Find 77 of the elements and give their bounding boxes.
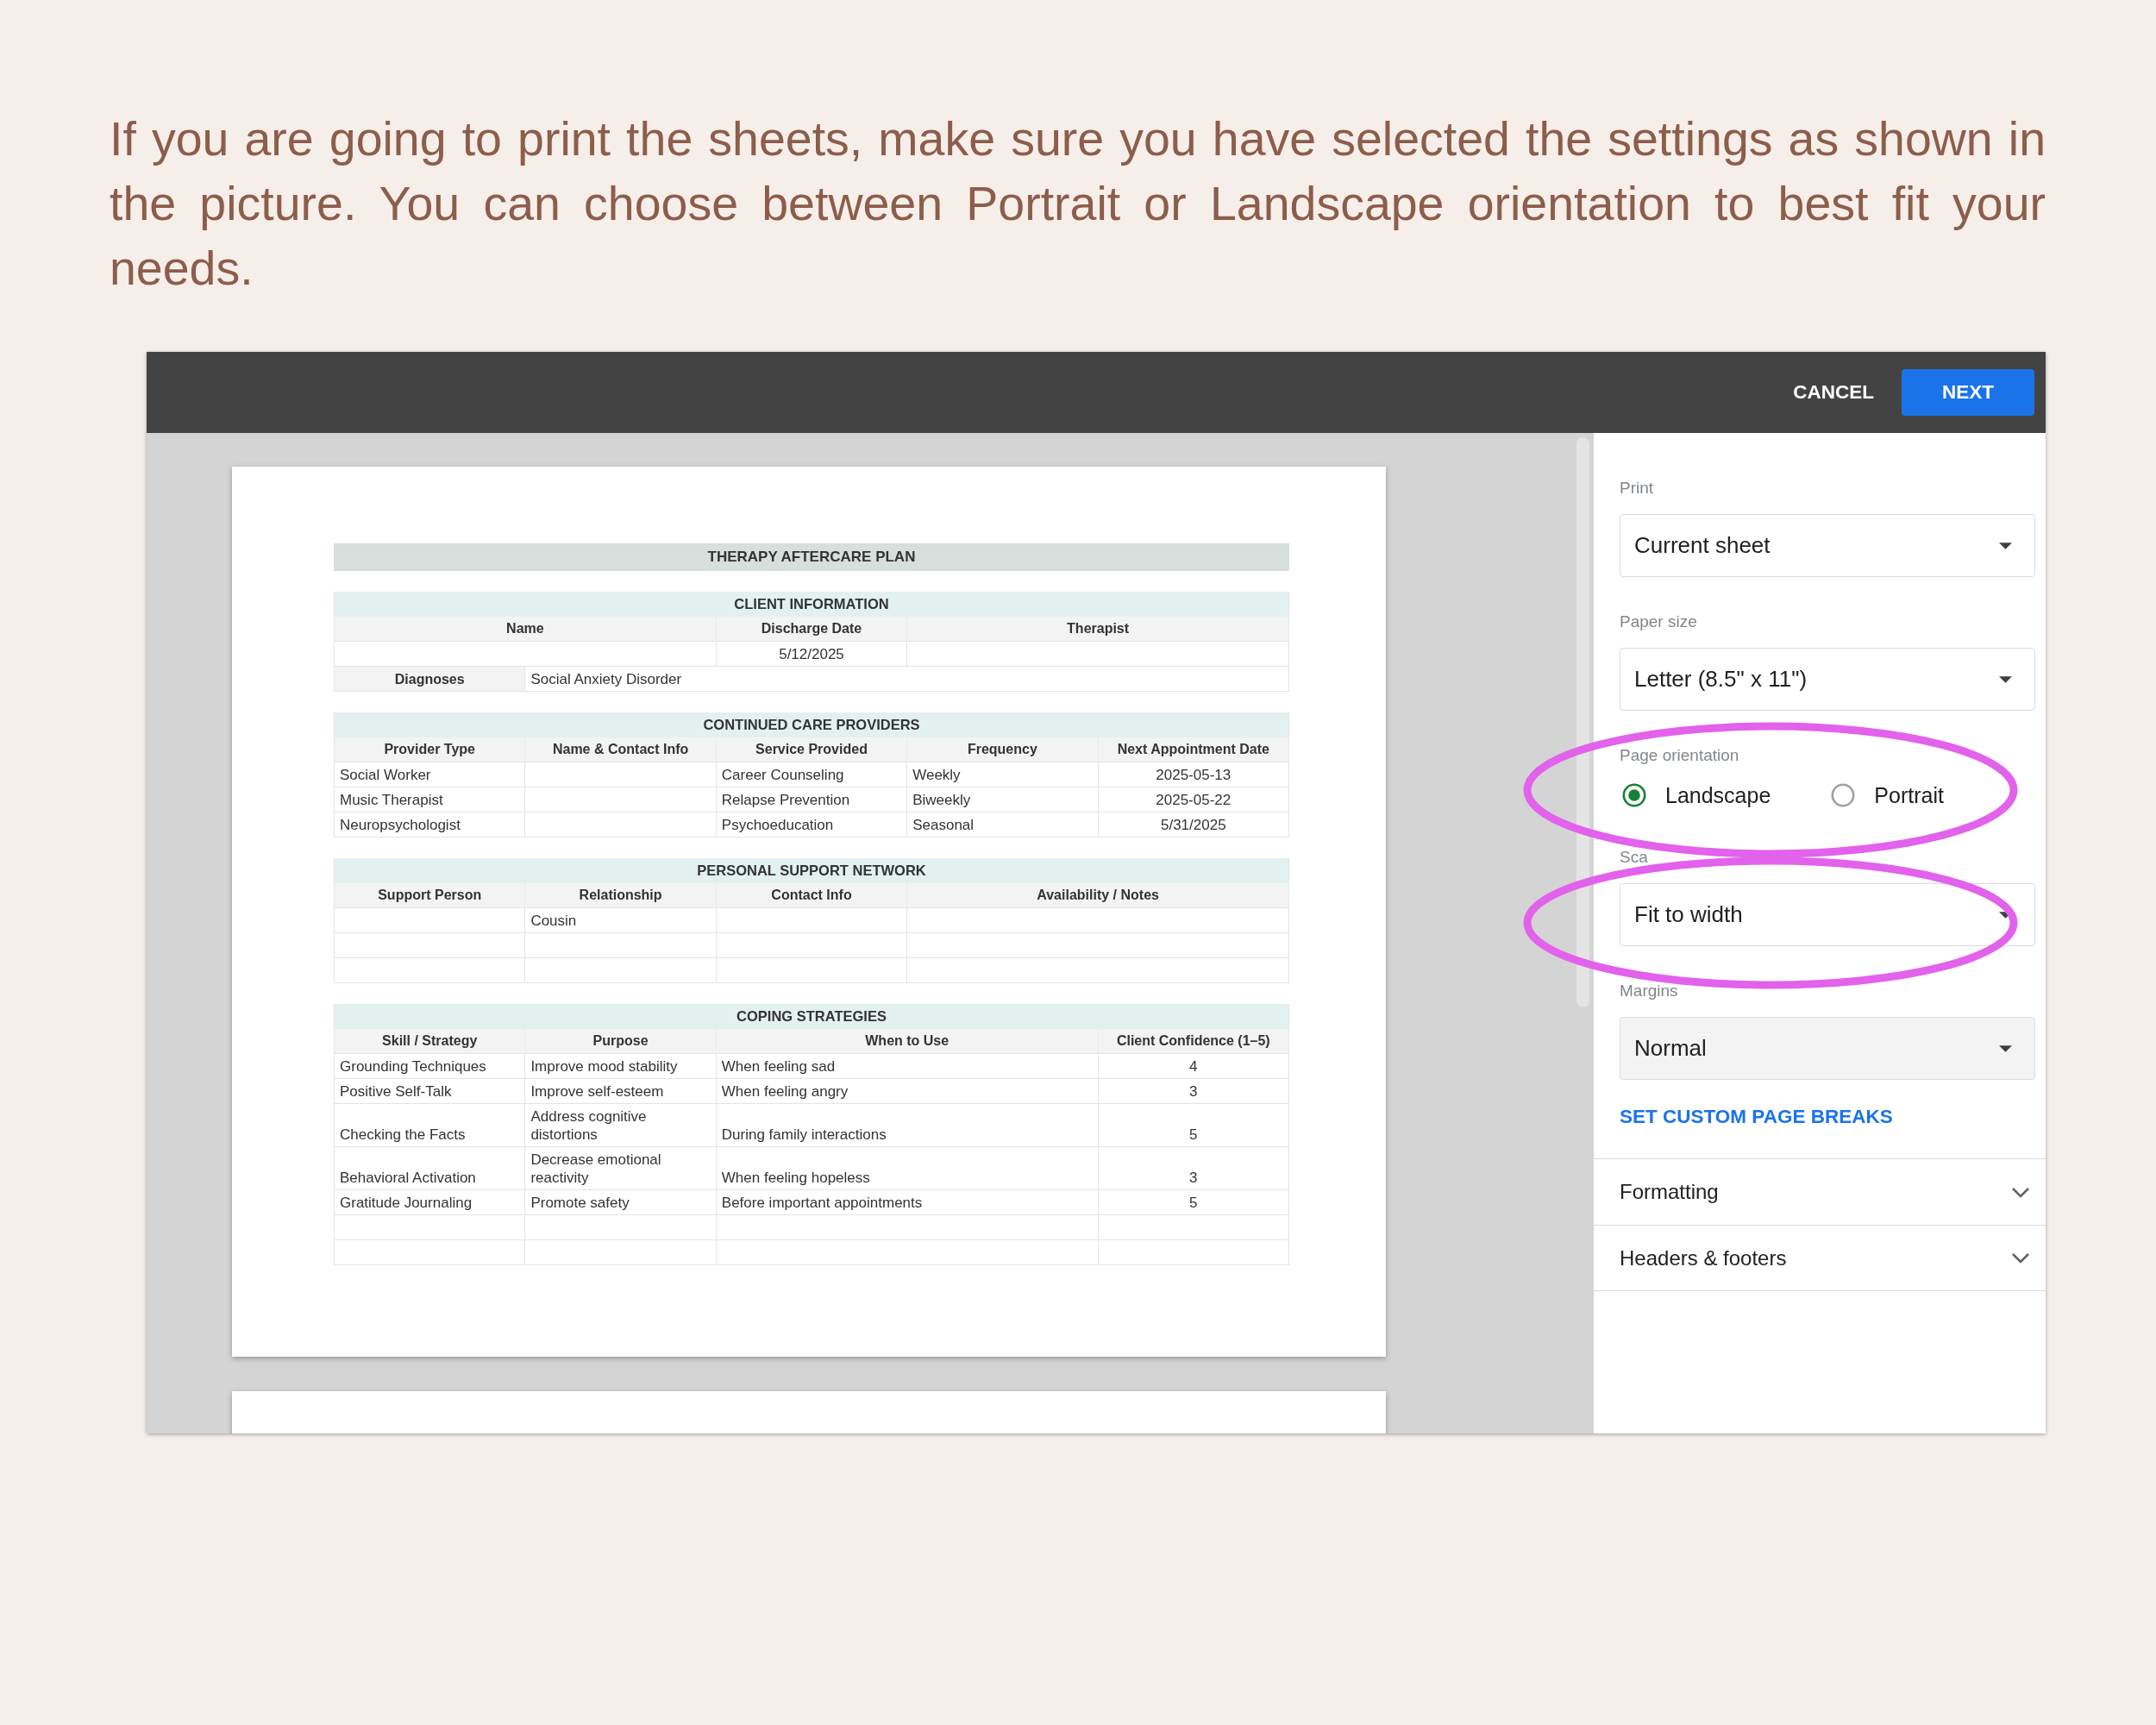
column-header: Next Appointment Date <box>1098 737 1289 762</box>
table-cell: Music Therapist <box>335 787 526 812</box>
intro-text: If you are going to print the sheets, make sure you have selected the settings as shown in the picture. You can choose between Portrait or Landscape orientation to best fit your needs. <box>110 111 2046 297</box>
column-header: Skill / Strategy <box>335 1029 526 1054</box>
table-cell: Seasonal <box>907 812 1099 837</box>
table-cell: Decrease emotional reactivity <box>525 1147 717 1190</box>
section-header: COPING STRATEGIES <box>335 1004 1289 1029</box>
accordion-row[interactable]: Headers & footers <box>1594 1225 2046 1291</box>
table-cell: When feeling hopeless <box>716 1147 1099 1190</box>
field-label: Margins <box>1620 981 1679 1001</box>
table-cell: When feeling angry <box>716 1079 1099 1104</box>
field-label: Page orientation <box>1620 745 1740 766</box>
column-header: Frequency <box>907 737 1099 762</box>
table-cell: Weekly <box>907 762 1099 787</box>
table-cell: Improve self-esteem <box>525 1079 717 1104</box>
table-cell: Promote safety <box>525 1190 717 1215</box>
column-header: Client Confidence (1–5) <box>1098 1029 1289 1054</box>
column-header: Availability / Notes <box>907 883 1289 908</box>
column-header: Purpose <box>525 1029 717 1054</box>
column-header: Service Provided <box>716 737 908 762</box>
table-cell: During family interactions <box>716 1104 1099 1147</box>
section-header: CLIENT INFORMATION <box>335 592 1289 617</box>
field-label: Print <box>1620 478 1655 499</box>
table-cell: 4 <box>1098 1054 1289 1079</box>
section-header: PERSONAL SUPPORT NETWORK <box>335 858 1289 883</box>
field-label: Paper size <box>1620 612 1698 632</box>
table-cell: Neuropsychologist <box>335 812 526 837</box>
scrollbar-thumb[interactable] <box>1576 437 1589 1007</box>
row-header: Diagnoses <box>335 667 526 692</box>
section-header: CONTINUED CARE PROVIDERS <box>335 712 1289 737</box>
dropdown-caret-icon <box>1999 542 2012 549</box>
table-cell: 3 <box>1098 1147 1289 1190</box>
column-header: Discharge Date <box>716 617 908 642</box>
column-header: When to Use <box>716 1029 1099 1054</box>
table-cell: Behavioral Activation <box>335 1147 526 1190</box>
radio-option[interactable]: Landscape <box>1622 782 1771 808</box>
column-header: Therapist <box>907 617 1289 642</box>
table-cell: Address cognitive distortions <box>525 1104 717 1147</box>
table-cell: Improve mood stability <box>525 1054 717 1079</box>
table-cell: Positive Self-Talk <box>335 1079 526 1104</box>
column-header: Provider Type <box>335 737 526 762</box>
dropdown-field[interactable]: Current sheet <box>1620 514 2035 577</box>
table-cell: Social Worker <box>335 762 526 787</box>
table-cell: 2025-05-13 <box>1098 762 1289 787</box>
table-cell: When feeling sad <box>716 1054 1099 1079</box>
page-breaks-link[interactable]: SET CUSTOM PAGE BREAKS <box>1620 1106 1893 1127</box>
dropdown-field[interactable]: Letter (8.5" x 11") <box>1620 648 2035 711</box>
table-cell: Checking the Facts <box>335 1104 526 1147</box>
column-header: Name <box>335 617 717 642</box>
table-cell: 3 <box>1098 1079 1289 1104</box>
dropdown-caret-icon <box>1999 1044 2012 1052</box>
table-cell: Psychoeducation <box>716 812 908 837</box>
column-header: Name & Contact Info <box>525 737 717 762</box>
dropdown-caret-icon <box>1999 675 2012 683</box>
column-header: Relationship <box>525 883 717 908</box>
table-cell: Career Counseling <box>716 762 908 787</box>
next-button[interactable]: NEXT <box>1902 369 2034 416</box>
column-header: Contact Info <box>716 883 908 908</box>
dropdown-field[interactable]: Fit to width <box>1620 883 2035 946</box>
document-title: THERAPY AFTERCARE PLAN <box>334 543 1289 571</box>
table-cell: Before important appointments <box>716 1190 1099 1215</box>
table-cell: Cousin <box>525 908 717 933</box>
table-cell: 5 <box>1098 1190 1289 1215</box>
table-cell: 5 <box>1098 1104 1289 1147</box>
table-cell: 2025-05-22 <box>1098 787 1289 812</box>
table-cell: Biweekly <box>907 787 1099 812</box>
table-cell: Grounding Techniques <box>335 1054 526 1079</box>
table-cell: Relapse Prevention <box>716 787 908 812</box>
dropdown-field[interactable]: Normal <box>1620 1017 2035 1080</box>
column-header: Support Person <box>335 883 526 908</box>
cancel-button[interactable]: CANCEL <box>1776 369 1891 416</box>
table-cell: Gratitude Journaling <box>335 1190 526 1215</box>
table-cell: 5/31/2025 <box>1098 812 1289 837</box>
table-cell: 5/12/2025 <box>716 642 908 667</box>
table-cell: Social Anxiety Disorder <box>525 667 1289 692</box>
radio-option[interactable]: Portrait <box>1831 782 1944 808</box>
field-label: Sca <box>1620 847 1649 868</box>
